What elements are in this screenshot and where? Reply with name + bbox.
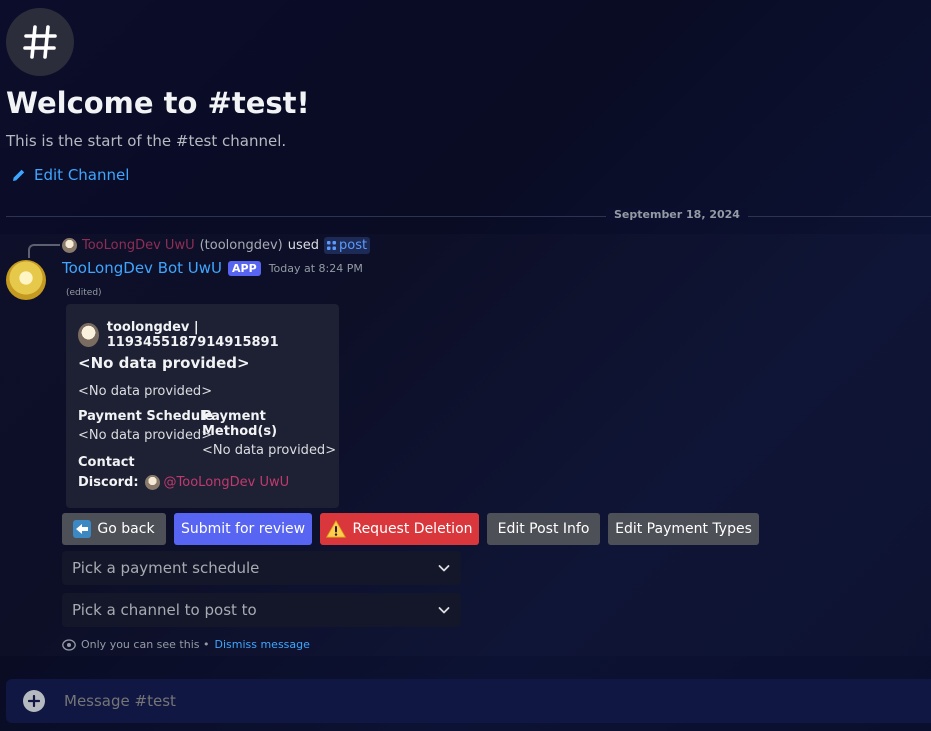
submit-for-review-button[interactable]: Submit for review [174, 513, 312, 545]
go-back-button[interactable]: Go back [62, 513, 166, 545]
edit-channel-link[interactable]: Edit Channel [12, 166, 129, 184]
slash-command-icon [327, 241, 337, 250]
date-divider-label: September 18, 2024 [606, 208, 748, 221]
hash-icon [23, 25, 57, 59]
pencil-icon [13, 169, 25, 181]
edit-post-info-label: Edit Post Info [497, 521, 590, 537]
ephemeral-text: Only you can see this • [81, 638, 210, 651]
date-divider [6, 216, 931, 217]
channel-select[interactable]: Pick a channel to post to [62, 593, 461, 627]
embed-field-value: <No data provided> [202, 443, 337, 458]
go-back-label: Go back [97, 521, 155, 537]
bot-avatar[interactable] [6, 260, 46, 300]
ephemeral-notice: Only you can see this • Dismiss message [62, 638, 310, 651]
slash-command-chip[interactable]: post [324, 237, 371, 254]
message-header: TooLongDev Bot UwU APP Today at 8:24 PM [62, 259, 363, 277]
embed-field-name: Payment Schedule [78, 409, 214, 424]
edit-post-info-button[interactable]: Edit Post Info [487, 513, 600, 545]
reply-avatar[interactable] [62, 238, 77, 253]
welcome-heading: Welcome to #test! [6, 86, 310, 120]
embed-description: <No data provided> [78, 384, 213, 399]
payment-schedule-placeholder: Pick a payment schedule [72, 559, 260, 577]
bot-author-name[interactable]: TooLongDev Bot UwU [62, 259, 222, 277]
reply-username: (toolongdev) [199, 238, 283, 253]
chevron-down-icon [438, 607, 450, 614]
reply-display-name[interactable]: TooLongDev UwU [82, 238, 195, 253]
mention-text: @TooLongDev UwU [163, 475, 290, 490]
submit-label: Submit for review [180, 521, 306, 537]
channel-hash-badge [6, 8, 74, 76]
embed-discord-row: Discord: @TooLongDev UwU [78, 475, 289, 490]
embed-title: <No data provided> [78, 354, 250, 372]
dismiss-message-link[interactable]: Dismiss message [214, 638, 309, 651]
embed-author-name: toolongdev | 1193455187914915891 [106, 320, 279, 350]
message-input[interactable] [62, 691, 866, 711]
eye-icon [62, 638, 76, 651]
embed-field-name: Payment Method(s) [202, 409, 278, 439]
embed-field-value: <No data provided> [78, 428, 213, 443]
embed-author-avatar [78, 323, 99, 347]
request-deletion-button[interactable]: Request Deletion [320, 513, 479, 545]
edit-channel-label: Edit Channel [34, 166, 130, 184]
embed-field-payment-methods: Payment Method(s) <No data provided> [202, 409, 339, 458]
payment-schedule-select[interactable]: Pick a payment schedule [62, 551, 461, 585]
channel-start-text: This is the start of the #test channel. [6, 132, 287, 150]
command-reply-context[interactable]: TooLongDev UwU (toolongdev) used post [62, 237, 371, 254]
slash-command-name: post [339, 238, 368, 253]
app-badge: APP [228, 260, 261, 276]
edited-tag: (edited) [66, 288, 102, 298]
reply-connector [28, 244, 60, 258]
channel-placeholder: Pick a channel to post to [72, 601, 257, 619]
embed-field-payment-schedule: Payment Schedule <No data provided> [78, 409, 213, 443]
upload-button[interactable] [23, 690, 45, 712]
embed-author: toolongdev | 1193455187914915891 [78, 320, 339, 350]
mention-avatar [144, 475, 160, 490]
message-composer [6, 679, 931, 723]
plus-icon [28, 695, 40, 707]
chevron-down-icon [438, 565, 450, 572]
warning-icon [326, 520, 347, 538]
request-deletion-label: Request Deletion [352, 521, 473, 537]
edit-payment-types-button[interactable]: Edit Payment Types [608, 513, 759, 545]
back-arrow-icon [73, 520, 92, 538]
embed-contact-label: Contact [78, 455, 135, 470]
embed-card: toolongdev | 1193455187914915891 <No dat… [66, 304, 339, 508]
user-mention[interactable]: @TooLongDev UwU [144, 475, 290, 490]
edit-payment-types-label: Edit Payment Types [615, 521, 752, 537]
message-timestamp[interactable]: Today at 8:24 PM [269, 262, 363, 275]
reply-used-text: used [287, 238, 320, 253]
embed-discord-label: Discord: [78, 475, 139, 490]
